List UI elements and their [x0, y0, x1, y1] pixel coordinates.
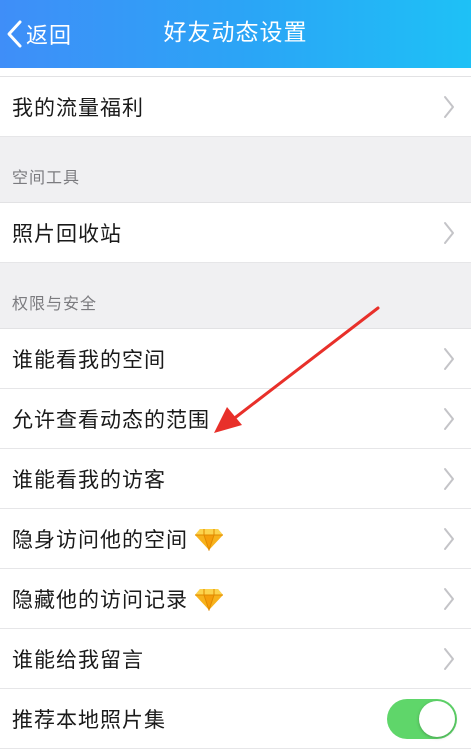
section-label: 空间工具: [12, 168, 81, 187]
chevron-right-icon: [443, 95, 455, 119]
row-who-can-leave-message[interactable]: 谁能给我留言: [0, 629, 471, 689]
row-label: 谁能看我的空间: [12, 347, 166, 372]
chevron-right-icon: [443, 527, 455, 551]
settings-list: 我的流量福利 空间工具 照片回收站 权限与安全 谁能看我的空间 允许查看动态的范…: [0, 68, 471, 749]
chevron-right-icon: [443, 587, 455, 611]
section-header-tools: 空间工具: [0, 137, 471, 203]
row-invisible-visit[interactable]: 隐身访问他的空间: [0, 509, 471, 569]
row-label: 谁能给我留言: [12, 647, 144, 672]
section-header-security: 权限与安全: [0, 263, 471, 329]
row-label: 照片回收站: [12, 221, 122, 246]
row-hide-visit-record[interactable]: 隐藏他的访问记录: [0, 569, 471, 629]
chevron-right-icon: [443, 467, 455, 491]
chevron-right-icon: [443, 347, 455, 371]
row-traffic-benefit[interactable]: 我的流量福利: [0, 77, 471, 137]
top-bar: 返回 好友动态设置: [0, 0, 471, 68]
diamond-icon: [194, 587, 224, 611]
row-label: 谁能看我的访客: [12, 467, 166, 492]
row-recommend-local-albums: 推荐本地照片集: [0, 689, 471, 749]
row-label: 隐藏他的访问记录: [12, 587, 188, 612]
chevron-right-icon: [443, 221, 455, 245]
toggle-knob[interactable]: [419, 701, 455, 737]
row-photo-recycle-bin[interactable]: 照片回收站: [0, 203, 471, 263]
section-label: 权限与安全: [12, 294, 98, 313]
row-label: 允许查看动态的范围: [12, 407, 210, 432]
row-who-can-see-visitors[interactable]: 谁能看我的访客: [0, 449, 471, 509]
chevron-right-icon: [443, 647, 455, 671]
list-top-strip: [0, 68, 471, 77]
page-title: 好友动态设置: [163, 20, 308, 46]
recommend-albums-toggle[interactable]: [387, 699, 457, 739]
row-label: 隐身访问他的空间: [12, 527, 188, 552]
row-feed-visibility-range[interactable]: 允许查看动态的范围: [0, 389, 471, 449]
row-label: 推荐本地照片集: [12, 707, 166, 732]
row-label: 我的流量福利: [12, 95, 144, 120]
chevron-right-icon: [443, 407, 455, 431]
diamond-icon: [194, 527, 224, 551]
row-who-can-see-space[interactable]: 谁能看我的空间: [0, 329, 471, 389]
